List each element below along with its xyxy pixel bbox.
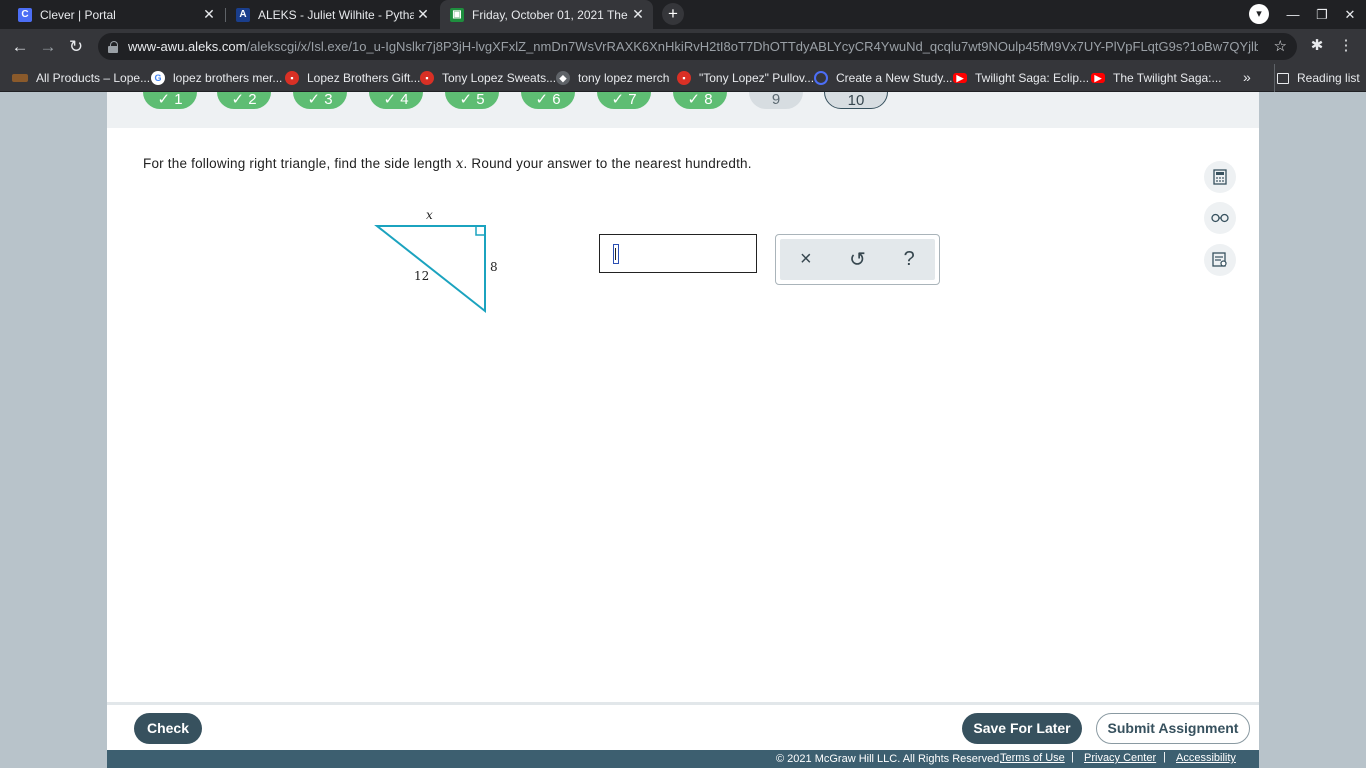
question-button-5[interactable]: ✓ 5 [445,92,499,109]
notes-svg [1212,252,1227,267]
bookmark-item[interactable]: ▶ Twilight Saga: Eclip... [953,64,1089,92]
divider: | [1071,751,1074,763]
question-button-1[interactable]: ✓ 1 [143,92,197,109]
bookmark-item[interactable]: ◆ tony lopez merch [556,64,669,92]
minimize-icon[interactable]: — [1279,0,1307,29]
browser-menu-icon[interactable]: ⋮ [1336,35,1356,57]
more-bookmarks-icon[interactable]: » [1243,69,1251,85]
bookmark-item[interactable]: All Products – Lope... [12,64,150,92]
quizlet-icon [814,71,828,85]
back-arrow-icon[interactable]: ← [8,35,32,59]
browser-tab-bar: C Clever | Portal ✕ A ALEKS - Juliet Wil… [0,0,1366,29]
question-button-7[interactable]: ✓ 7 [597,92,651,109]
question-nav: ✓ 1 ✓ 2 ✓ 3 ✓ 4 ✓ 5 ✓ 6 ✓ 7 ✓ 8 9 10 [107,92,1259,128]
bookmark-item[interactable]: G lopez brothers mer... [151,64,282,92]
close-tab-icon[interactable]: ✕ [629,6,647,23]
aleks-page: ✓ 1 ✓ 2 ✓ 3 ✓ 4 ✓ 5 ✓ 6 ✓ 7 ✓ 8 9 10 For… [107,92,1259,768]
answer-tools-panel: × ↺ ? [775,234,940,285]
reading-list-icon [1277,72,1289,84]
reload-icon[interactable]: ↻ [64,35,88,59]
browser-toolbar: ← → ↻ www-awu.aleks.com/alekscgi/x/Isl.e… [0,29,1366,64]
classroom-icon: ▣ [450,7,464,22]
input-cursor [613,244,619,264]
help-icon[interactable]: ? [894,245,924,275]
lock-icon [108,40,118,53]
clear-icon[interactable]: × [791,245,821,275]
question-button-3[interactable]: ✓ 3 [293,92,347,109]
tab-title: ALEKS - Juliet Wilhite - Pythagor [258,7,414,22]
question-text: For the following right triangle, find t… [143,156,752,172]
check-button[interactable]: Check [134,713,202,744]
bookmarks-bar: All Products – Lope... G lopez brothers … [0,64,1366,92]
calculator-icon[interactable] [1204,161,1236,193]
triangle-svg [374,225,486,314]
bookmark-item[interactable]: ▪ Tony Lopez Sweats... [420,64,556,92]
side-label-leg: 8 [490,260,498,274]
close-tab-icon[interactable]: ✕ [414,6,432,23]
address-bar[interactable]: www-awu.aleks.com/alekscgi/x/Isl.exe/1o_… [98,33,1297,60]
question-button-2[interactable]: ✓ 2 [217,92,271,109]
forward-arrow-icon[interactable]: → [36,35,60,59]
youtube-icon: ▶ [953,73,967,83]
triangle-shape [374,225,486,314]
tab-classroom[interactable]: ▣ Friday, October 01, 2021 The Py ✕ [440,0,653,29]
tab-aleks[interactable]: A ALEKS - Juliet Wilhite - Pythagor ✕ [226,0,438,29]
new-tab-button[interactable]: + [662,3,684,25]
divider: | [1163,751,1166,763]
copyright-text: © 2021 McGraw Hill LLC. All Rights Reser… [776,753,1003,765]
tab-clever[interactable]: C Clever | Portal ✕ [8,0,224,29]
reading-list-button[interactable]: Reading list [1274,64,1360,92]
glasses-icon[interactable] [1204,202,1236,234]
restore-icon[interactable]: ❐ [1308,0,1336,29]
profile-chevron-icon[interactable]: ▾ [1249,4,1269,24]
question-button-6[interactable]: ✓ 6 [521,92,575,109]
calculator-svg [1213,169,1227,185]
store-icon: ▪ [677,71,691,85]
bookmark-item[interactable]: Create a New Study... [814,64,953,92]
right-angle-marker [475,225,486,236]
save-for-later-button[interactable]: Save For Later [962,713,1082,744]
close-tab-icon[interactable]: ✕ [200,6,218,23]
extensions-puzzle-icon[interactable]: ✱ [1306,35,1328,57]
tab-title: Friday, October 01, 2021 The Py [472,7,629,22]
tab-title: Clever | Portal [40,7,116,22]
privacy-link[interactable]: Privacy Center [1084,752,1156,764]
store-icon: ▪ [285,71,299,85]
right-triangle-figure: x 12 8 [369,207,509,317]
question-button-4[interactable]: ✓ 4 [369,92,423,109]
store-icon [12,74,28,82]
side-label-x: x [426,208,433,222]
bookmark-star-icon[interactable]: ☆ [1274,37,1287,55]
close-window-icon[interactable]: ✕ [1336,0,1364,29]
notes-icon[interactable] [1204,244,1236,276]
bookmark-item[interactable]: ▪ Lopez Brothers Gift... [285,64,420,92]
side-label-hypotenuse: 12 [414,269,430,283]
youtube-icon: ▶ [1091,73,1105,83]
bookmark-item[interactable]: ▶ The Twilight Saga:... [1091,64,1222,92]
answer-input[interactable] [599,234,757,273]
question-button-10[interactable]: 10 [824,92,888,109]
copyright-bar: © 2021 McGraw Hill LLC. All Rights Reser… [107,750,1259,768]
terms-link[interactable]: Terms of Use [1000,752,1065,764]
submit-assignment-button[interactable]: Submit Assignment [1096,713,1250,744]
glasses-svg [1211,213,1229,223]
aleks-icon: A [236,7,250,22]
accessibility-link[interactable]: Accessibility [1176,752,1236,764]
store-icon: ▪ [420,71,434,85]
question-button-9[interactable]: 9 [749,92,803,109]
question-button-8[interactable]: ✓ 8 [673,92,727,109]
clever-icon: C [18,7,32,22]
url-text: www-awu.aleks.com/alekscgi/x/Isl.exe/1o_… [128,39,1258,54]
footer-actions: Check Save For Later Submit Assignment [107,702,1259,750]
undo-icon[interactable]: ↺ [842,245,872,275]
bookmark-item[interactable]: ▪ "Tony Lopez" Pullov... [677,64,814,92]
google-icon: G [151,71,165,85]
shield-icon: ◆ [556,71,570,85]
